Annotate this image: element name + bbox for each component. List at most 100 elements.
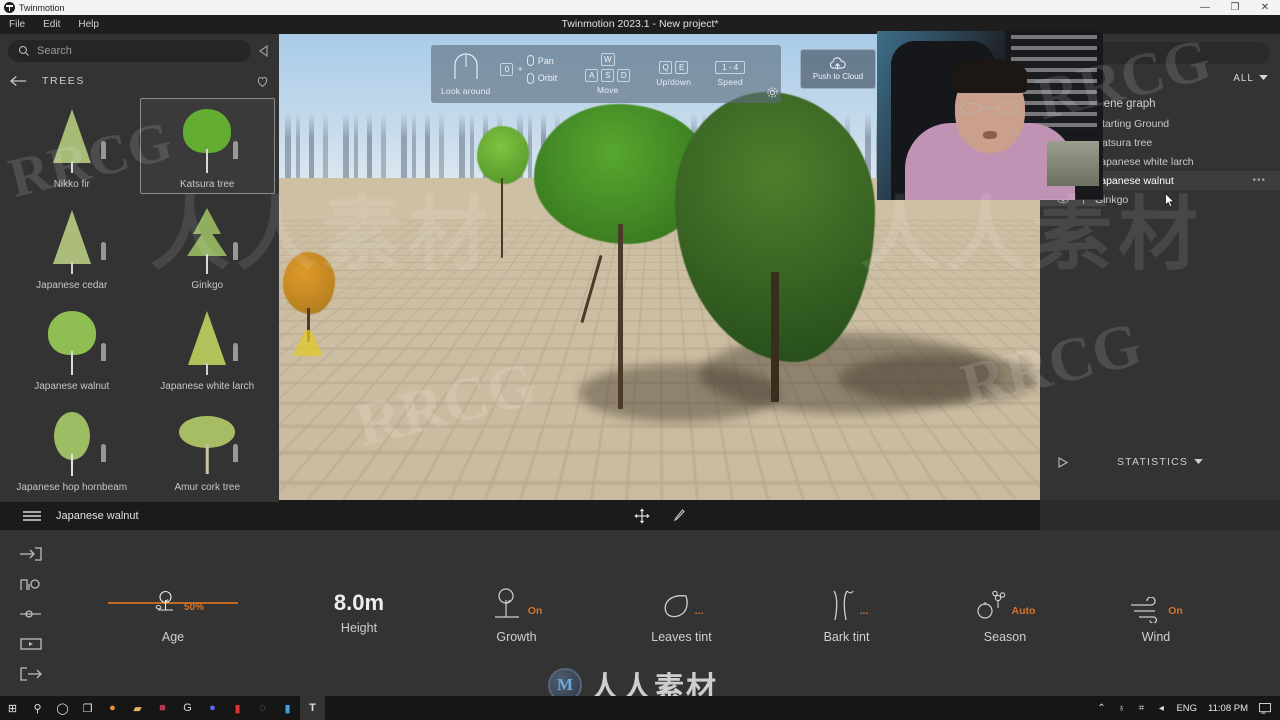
nav-look-around[interactable]: Look around bbox=[441, 52, 490, 96]
library-tile[interactable]: Amur cork tree bbox=[140, 401, 276, 497]
menu-item-file[interactable]: File bbox=[0, 15, 34, 34]
height-value: 8.0m bbox=[333, 589, 385, 615]
logitech-icon[interactable]: G bbox=[175, 696, 200, 720]
tile-thumbnail bbox=[5, 103, 139, 177]
cortana-icon[interactable]: ◯ bbox=[50, 696, 75, 720]
nav-speed[interactable]: 1 - 4 Speed bbox=[715, 61, 746, 87]
start-button[interactable]: ⊞ bbox=[0, 696, 25, 720]
heart-icon[interactable] bbox=[256, 75, 269, 88]
library-category-header: TREES bbox=[0, 68, 279, 94]
tile-label: Japanese hop hornbeam bbox=[16, 482, 128, 493]
file-explorer-icon[interactable]: ▰ bbox=[125, 696, 150, 720]
nav-speed-label: Speed bbox=[717, 77, 743, 87]
tile-label: Japanese walnut bbox=[34, 381, 110, 392]
selected-object-name: Japanese walnut bbox=[56, 510, 139, 522]
window-app-name: Twinmotion bbox=[19, 2, 65, 13]
nav-orbit-label: Orbit bbox=[537, 72, 558, 83]
property-wind[interactable]: On Wind bbox=[1081, 530, 1231, 696]
app-red-icon[interactable]: ▮ bbox=[225, 696, 250, 720]
property-season[interactable]: Auto Season bbox=[929, 530, 1081, 696]
volume-icon[interactable]: ◂ bbox=[1151, 696, 1171, 720]
graph-icon[interactable] bbox=[19, 576, 43, 592]
import-icon[interactable] bbox=[19, 546, 43, 562]
search-icon bbox=[18, 45, 29, 56]
collapse-panel-icon[interactable] bbox=[257, 44, 271, 58]
export-icon[interactable] bbox=[19, 666, 43, 682]
back-arrow-icon[interactable] bbox=[10, 75, 28, 87]
tile-thumbnail bbox=[141, 305, 275, 379]
discord-icon[interactable]: ● bbox=[200, 696, 225, 720]
microphone-icon[interactable]: ♁ bbox=[1111, 696, 1131, 720]
library-tile[interactable]: Japanese cedar bbox=[4, 199, 140, 295]
library-search-input[interactable]: Search bbox=[8, 40, 251, 62]
library-tile[interactable]: Ginkgo bbox=[140, 199, 276, 295]
leaf-icon bbox=[664, 594, 688, 617]
maximize-button[interactable]: ❐ bbox=[1220, 0, 1250, 15]
scroll-icon bbox=[526, 54, 534, 66]
scale-figure-icon bbox=[101, 242, 106, 260]
row-more-icon[interactable]: ••• bbox=[1252, 175, 1266, 186]
property-leaves-tint[interactable]: ... Leaves tint bbox=[599, 530, 764, 696]
close-button[interactable]: ✕ bbox=[1250, 0, 1280, 15]
twinmotion-logo-icon bbox=[4, 2, 15, 13]
statistics-bar[interactable]: STATISTICS bbox=[1040, 450, 1280, 474]
leaves-icon-wrap: ... bbox=[660, 583, 704, 623]
search-icon[interactable]: ⚲ bbox=[25, 696, 50, 720]
media-icon[interactable] bbox=[19, 636, 43, 652]
statistics-label: STATISTICS bbox=[1116, 456, 1189, 468]
property-bark-tint[interactable]: ... Bark tint bbox=[764, 530, 929, 696]
library-tile[interactable]: Japanese hop hornbeam bbox=[4, 401, 140, 497]
scene-row-label: Japanese white larch bbox=[1095, 155, 1194, 168]
network-icon[interactable]: ⌗ bbox=[1131, 696, 1151, 720]
notification-icon[interactable] bbox=[1255, 696, 1275, 720]
vegas-icon[interactable]: ■ bbox=[150, 696, 175, 720]
browser-icon[interactable]: ◌ bbox=[250, 696, 275, 720]
nav-speed-range: 1 - 4 bbox=[715, 61, 746, 74]
property-growth[interactable]: On Growth bbox=[434, 530, 599, 696]
age-slider[interactable]: 50% bbox=[108, 583, 238, 623]
minimize-button[interactable]: — bbox=[1190, 0, 1220, 15]
push-to-cloud-button[interactable]: Push to Cloud bbox=[800, 49, 876, 89]
nav-key-s: S bbox=[601, 69, 615, 82]
scale-figure-icon bbox=[101, 444, 106, 462]
library-tile[interactable]: Japanese white larch bbox=[140, 300, 276, 396]
tile-thumbnail bbox=[141, 406, 275, 480]
nav-pan-label: Pan bbox=[537, 55, 554, 66]
property-object-header: Japanese walnut bbox=[0, 502, 279, 530]
property-panel: 50% Age 8.0m Height On Growth ... Leaves… bbox=[0, 530, 1280, 696]
hamburger-icon[interactable] bbox=[22, 510, 42, 522]
scale-figure-icon bbox=[232, 444, 238, 462]
language-indicator[interactable]: ENG bbox=[1172, 703, 1201, 714]
leaves-tint-value: ... bbox=[694, 604, 704, 617]
bark-icon-wrap: ... bbox=[825, 583, 868, 623]
nav-mouse-button-key: 0 bbox=[500, 62, 514, 76]
app-blue-icon[interactable]: ▮ bbox=[275, 696, 300, 720]
library-tile[interactable]: Katsura tree bbox=[139, 98, 275, 194]
nav-updown[interactable]: Q E Up/down bbox=[656, 61, 691, 87]
slider-icon[interactable] bbox=[19, 606, 43, 622]
move-gizmo-icon[interactable] bbox=[633, 508, 650, 524]
chevron-down-icon bbox=[1259, 75, 1268, 81]
tile-thumbnail bbox=[5, 204, 139, 278]
menu-item-help[interactable]: Help bbox=[69, 15, 108, 34]
show-hidden-icons[interactable]: ⌃ bbox=[1091, 696, 1111, 720]
windows-taskbar: ⊞ ⚲ ◯ ❐ ● ▰ ■ G ● ▮ ◌ ▮ T ⌃ ♁ ⌗ ◂ ENG 11:08 PM bbox=[0, 696, 1280, 720]
nav-move[interactable]: W A S D Move bbox=[585, 53, 631, 95]
twinmotion-icon[interactable]: T bbox=[300, 696, 325, 720]
property-height[interactable]: 8.0m Height bbox=[284, 530, 434, 696]
task-view-icon[interactable]: ❐ bbox=[75, 696, 100, 720]
nav-move-label: Move bbox=[596, 85, 619, 95]
system-clock[interactable]: 11:08 PM bbox=[1202, 703, 1254, 714]
menu-item-edit[interactable]: Edit bbox=[34, 15, 69, 34]
library-tile[interactable]: Japanese walnut bbox=[4, 300, 140, 396]
play-triangle-icon[interactable] bbox=[1058, 456, 1068, 468]
eyedropper-icon[interactable] bbox=[672, 508, 686, 524]
library-tile[interactable]: Nikko fir bbox=[4, 98, 140, 194]
property-age[interactable]: 50% Age bbox=[62, 530, 284, 696]
tile-label: Ginkgo bbox=[191, 280, 224, 291]
gear-icon[interactable] bbox=[766, 86, 779, 99]
tile-thumbnail bbox=[141, 103, 275, 177]
nav-key-a: A bbox=[585, 69, 599, 82]
chrome-icon[interactable]: ● bbox=[100, 696, 125, 720]
scene-row-label: Japanese walnut bbox=[1095, 174, 1174, 187]
